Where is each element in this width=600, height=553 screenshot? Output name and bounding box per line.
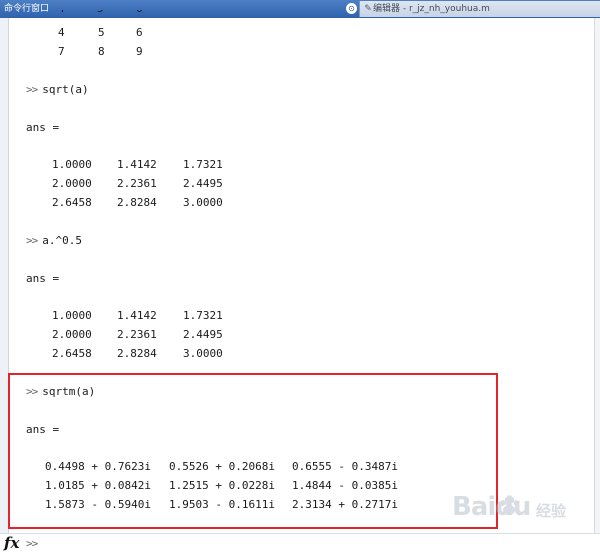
output-value: 4 <box>58 26 65 39</box>
output-value: 6 <box>136 26 143 39</box>
output-value: 4 <box>58 10 65 15</box>
vertical-scrollbar[interactable] <box>594 18 600 533</box>
output-value: 2.8284 <box>117 196 157 209</box>
output-value: 1.9503 - 0.1611i <box>169 498 275 511</box>
output-value: 8 <box>98 45 105 58</box>
output-value: 1.4142 <box>117 309 157 322</box>
paw-icon <box>500 497 519 515</box>
output-value: 9 <box>136 45 143 58</box>
prompt-symbol: >> <box>26 385 38 398</box>
matlab-command-window: 命令行窗口 ⊙ ✎编辑器 - r_jz_nh_youhua.m 4 5 6 4 … <box>0 0 600 553</box>
title-bar: 命令行窗口 ⊙ ✎编辑器 - r_jz_nh_youhua.m <box>0 0 600 18</box>
output-value: 6 <box>136 10 143 15</box>
output-value: 0.6555 - 0.3487i <box>292 460 398 473</box>
window-title: 命令行窗口 <box>4 4 50 14</box>
ans-label: ans = <box>26 272 60 285</box>
output-value: 1.0000 <box>52 309 92 322</box>
output-value: 5 <box>98 26 105 39</box>
editor-tab[interactable]: ✎编辑器 - r_jz_nh_youhua.m <box>359 1 600 17</box>
output-value: 1.4844 - 0.0385i <box>292 479 398 492</box>
command-text: a.^0.5 <box>42 234 82 247</box>
output-value: 2.4495 <box>183 328 223 341</box>
editor-icon: ✎ <box>364 4 372 14</box>
output-value: 2.0000 <box>52 328 92 341</box>
command-input[interactable] <box>46 536 586 551</box>
left-frame <box>0 18 9 533</box>
output-value: 1.0185 + 0.0842i <box>45 479 151 492</box>
command-entry: >> sqrt(a) <box>26 83 89 97</box>
baidu-watermark: Baidu 经验 <box>452 488 592 532</box>
output-value: 1.7321 <box>183 158 223 171</box>
output-value: 1.5873 - 0.5940i <box>45 498 151 511</box>
output-value: 2.3134 + 0.2717i <box>292 498 398 511</box>
editor-tab-label: 编辑器 - r_jz_nh_youhua.m <box>373 4 490 14</box>
ans-label: ans = <box>26 121 60 134</box>
watermark-brand: Baidu <box>452 492 531 522</box>
output-value: 0.4498 + 0.7623i <box>45 460 151 473</box>
output-value: 1.2515 + 0.0228i <box>169 479 275 492</box>
command-entry: >> a.^0.5 <box>26 234 82 248</box>
output-value: 3.0000 <box>183 347 223 360</box>
output-value: 2.2361 <box>117 177 157 190</box>
output-value: 2.2361 <box>117 328 157 341</box>
command-text: sqrtm(a) <box>42 385 96 398</box>
output-value: 2.4495 <box>183 177 223 190</box>
output-value: 2.8284 <box>117 347 157 360</box>
output-value: 3.0000 <box>183 196 223 209</box>
window-actions-icon[interactable]: ⊙ <box>346 3 357 14</box>
watermark-sub: 经验 <box>536 502 567 520</box>
prompt-symbol: >> <box>26 234 38 247</box>
output-value: 1.0000 <box>52 158 92 171</box>
output-value: 2.6458 <box>52 196 92 209</box>
command-line-bar: fx >> <box>0 533 600 553</box>
output-value: 2.6458 <box>52 347 92 360</box>
ans-label: ans = <box>26 423 60 436</box>
command-text: sqrt(a) <box>42 83 89 96</box>
prompt-symbol: >> <box>26 537 38 550</box>
prompt-symbol: >> <box>26 83 38 96</box>
function-browser-icon[interactable]: fx <box>4 534 19 553</box>
output-value: 2.0000 <box>52 177 92 190</box>
output-value: 1.4142 <box>117 158 157 171</box>
output-value: 7 <box>58 45 65 58</box>
output-value: 5 <box>97 10 104 15</box>
output-value: 0.5526 + 0.2068i <box>169 460 275 473</box>
command-entry: >> sqrtm(a) <box>26 385 95 399</box>
output-value: 1.7321 <box>183 309 223 322</box>
clipped-output-row: 4 5 6 <box>56 10 156 15</box>
